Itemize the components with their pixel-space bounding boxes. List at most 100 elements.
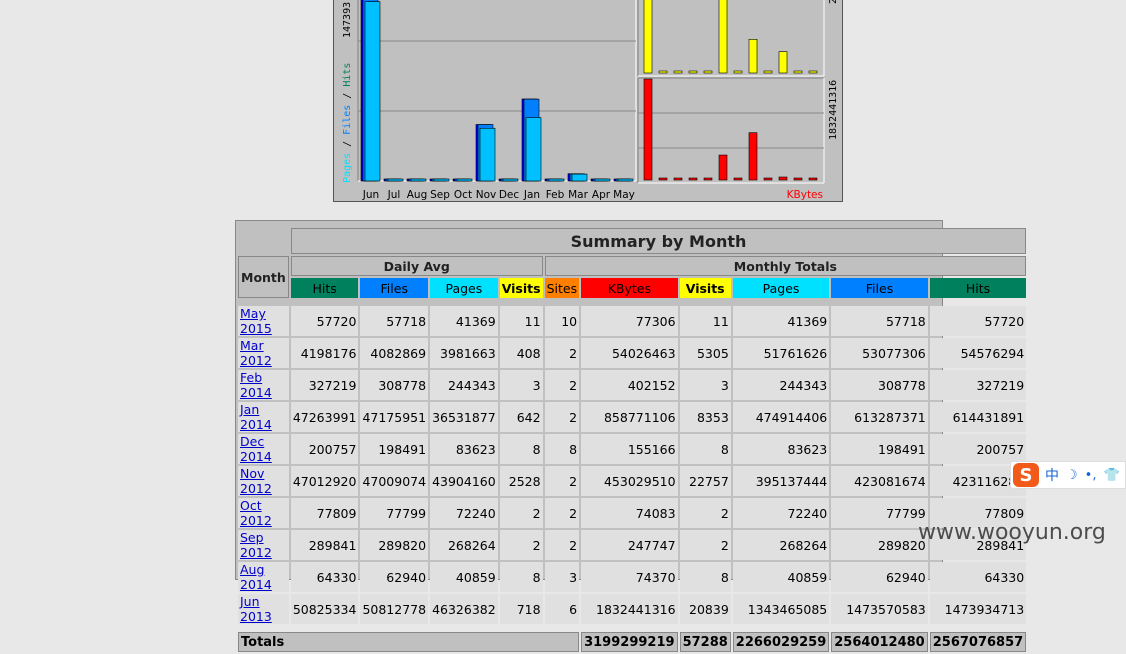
totals-hits: 2567076857 <box>929 632 1027 652</box>
kbytes-cell: 74370 <box>581 562 678 592</box>
files-cell: 613287371 <box>831 402 928 432</box>
kbytes-cell: 54026463 <box>581 338 678 368</box>
table-row: Jan 2014 47263991 47175951 36531877 642 2 8587… <box>238 402 1027 432</box>
bar-visits-mar <box>778 51 788 74</box>
bar-pages-may <box>617 178 634 182</box>
monthly-pages-header: Pages <box>732 278 830 298</box>
plot-background <box>638 78 824 183</box>
d-hits-cell: 200757 <box>290 434 359 464</box>
ime-language-toggle[interactable]: 中 <box>1045 465 1059 485</box>
bar-pages-aug <box>410 178 427 182</box>
hits-cell: 64330 <box>929 562 1027 592</box>
d-pages-cell: 36531877 <box>430 402 498 432</box>
x-tick-label: May <box>613 189 635 201</box>
sites-cell: 2 <box>544 530 580 560</box>
files-cell: 308778 <box>831 370 928 400</box>
kbytes-cell: 1832441316 <box>581 594 678 624</box>
month-cell: May 2015 <box>238 306 289 336</box>
d-files-cell: 289820 <box>360 530 429 560</box>
d-files-cell: 308778 <box>360 370 429 400</box>
pages-cell: 83623 <box>732 434 830 464</box>
x-tick-label: Nov <box>476 189 497 201</box>
files-cell: 57718 <box>831 306 928 336</box>
y-axis-label: Pages / Files / Hits <box>342 63 353 183</box>
bar-pages-sep <box>433 178 450 182</box>
bar-pages-nov <box>479 127 496 182</box>
d-pages-cell: 244343 <box>430 370 498 400</box>
d-visits-cell: 2 <box>499 498 543 528</box>
d-files-cell: 47009074 <box>360 466 429 496</box>
files-cell: 198491 <box>831 434 928 464</box>
month-link[interactable]: Nov 2012 <box>240 466 272 496</box>
d-pages-cell: 3981663 <box>430 338 498 368</box>
d-visits-cell: 2 <box>499 530 543 560</box>
bar-pages-jan <box>525 117 542 182</box>
month-cell: Feb 2014 <box>238 370 289 400</box>
visits-cell: 3 <box>679 370 731 400</box>
pages-cell: 268264 <box>732 530 830 560</box>
hits-files-pages-plot: Jun Jul Aug Sep Oct Nov Dec Jan Feb Mar Apr May Page… <box>342 0 637 201</box>
summary-by-month-panel: Summary by Month Month Daily Avg Monthly… <box>235 220 1027 652</box>
d-hits-cell: 47012920 <box>290 466 359 496</box>
month-link[interactable]: Mar 2012 <box>240 338 272 368</box>
bar-pages-oct <box>456 178 473 182</box>
table-row: Feb 2014 327219 308778 244343 3 2 402152 3 24434… <box>238 370 1027 400</box>
table-row: May 2015 57720 57718 41369 11 10 77306 11 41369 5… <box>238 306 1027 336</box>
table-row: Sep 2012 289841 289820 268264 2 2 247747 2 26826… <box>238 530 1027 560</box>
kbytes-cell: 155166 <box>581 434 678 464</box>
totals-kbytes: 3199299219 <box>581 632 678 652</box>
month-link[interactable]: Dec 2014 <box>240 434 272 464</box>
y-axis-label-part: Pages <box>342 147 353 183</box>
month-link[interactable]: Oct 2012 <box>240 498 272 528</box>
pages-cell: 474914406 <box>732 402 830 432</box>
summary-title: Summary by Month <box>290 228 1027 254</box>
pages-cell: 51761626 <box>732 338 830 368</box>
d-visits-cell: 8 <box>499 434 543 464</box>
files-cell: 423081674 <box>831 466 928 496</box>
d-hits-cell: 4198176 <box>290 338 359 368</box>
d-hits-cell: 47263991 <box>290 402 359 432</box>
d-visits-cell: 3 <box>499 370 543 400</box>
visits-cell: 20839 <box>679 594 731 624</box>
month-cell: Sep 2012 <box>238 530 289 560</box>
x-tick-label: Feb <box>546 189 565 201</box>
month-link[interactable]: May 2015 <box>240 306 272 336</box>
y-axis-label-part: Files <box>342 99 353 135</box>
bar-kbytes-jul <box>658 177 668 181</box>
month-link[interactable]: Aug 2014 <box>240 562 272 592</box>
visits-cell: 8353 <box>679 402 731 432</box>
daily-hits-header: Hits <box>290 278 359 298</box>
kbytes-cell: 402152 <box>581 370 678 400</box>
totals-files: 2564012480 <box>831 632 928 652</box>
d-hits-cell: 77809 <box>290 498 359 528</box>
sites-cell: 6 <box>544 594 580 624</box>
month-cell: Dec 2014 <box>238 434 289 464</box>
visits-cell: 5305 <box>679 338 731 368</box>
daily-avg-header: Daily Avg <box>290 256 543 276</box>
hits-cell: 54576294 <box>929 338 1027 368</box>
bar-pages-dec <box>502 178 519 182</box>
month-link[interactable]: Sep 2012 <box>240 530 272 560</box>
shirt-icon[interactable]: 👕 <box>1103 468 1119 483</box>
d-pages-cell: 40859 <box>430 562 498 592</box>
sites-cell: 10 <box>544 306 580 336</box>
month-link[interactable]: Jan 2014 <box>240 402 272 432</box>
sogou-logo-icon[interactable]: S <box>1013 463 1039 487</box>
table-row: Mar 2012 4198176 4082869 3981663 408 2 5402646… <box>238 338 1027 368</box>
month-link[interactable]: Feb 2014 <box>240 370 272 400</box>
d-pages-cell: 41369 <box>430 306 498 336</box>
d-visits-cell: 11 <box>499 306 543 336</box>
monthly-visits-header: Visits <box>679 278 731 298</box>
punctuation-icon[interactable]: •, <box>1085 468 1097 483</box>
bar-kbytes-aug <box>673 177 683 181</box>
y-tick-label: 147393 <box>342 2 353 38</box>
moon-icon[interactable]: ☽ <box>1066 468 1078 483</box>
d-visits-cell: 408 <box>499 338 543 368</box>
ime-toolbar[interactable]: S 中 ☽ •, 👕 <box>1010 461 1126 489</box>
month-link[interactable]: Jun 2013 <box>240 594 272 624</box>
files-cell: 1473570583 <box>831 594 928 624</box>
d-pages-cell: 268264 <box>430 530 498 560</box>
x-tick-label: Jun <box>362 189 379 201</box>
bar-kbytes-nov <box>718 154 728 181</box>
d-hits-cell: 57720 <box>290 306 359 336</box>
